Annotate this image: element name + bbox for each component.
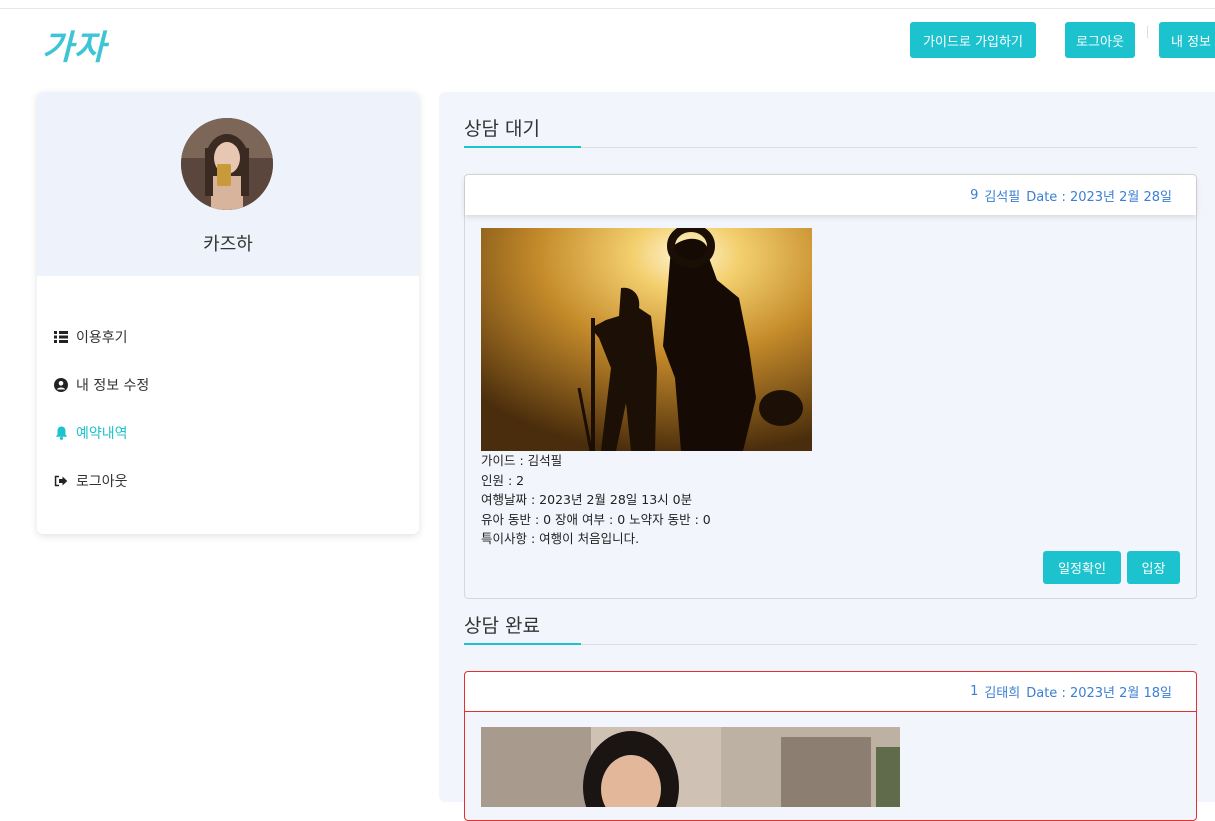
card-header: 1 김태희 Date : 2023년 2월 18일	[465, 672, 1196, 712]
section-accent	[464, 643, 581, 645]
enter-button[interactable]: 입장	[1127, 551, 1180, 584]
check-schedule-button[interactable]: 일정확인	[1043, 551, 1121, 584]
section-accent	[464, 146, 581, 148]
sidebar-item-logout[interactable]: 로그아웃	[37, 457, 419, 505]
sidebar-item-label: 로그아웃	[76, 474, 128, 490]
sidebar: 카즈하 이용후기 내 정보 수정 예약내역 로그아웃	[37, 92, 419, 534]
logout-button[interactable]: 로그아웃	[1065, 22, 1135, 58]
info-notes: 특이사항 : 여행이 처음입니다.	[481, 531, 640, 547]
card-number: 9	[970, 187, 979, 203]
card-guide-name: 김석필	[984, 189, 1021, 205]
list-icon	[53, 329, 69, 345]
sidebar-menu: 이용후기 내 정보 수정 예약내역 로그아웃	[37, 276, 419, 505]
sign-out-icon	[53, 473, 69, 489]
sidebar-item-reservations[interactable]: 예약내역	[37, 409, 419, 457]
bell-icon	[53, 425, 69, 441]
avatar	[181, 118, 273, 210]
header-separator	[1147, 26, 1148, 38]
main-panel: 상담 대기 9 김석필 Date : 2023년 2월 28일 가이드: 김석…	[439, 92, 1215, 821]
card-date: Date : 2023년 2월 28일	[1026, 189, 1172, 205]
section-title-done: 상담 완료	[464, 615, 540, 637]
my-info-button[interactable]: 내 정보	[1159, 22, 1215, 58]
guide-photo	[481, 228, 812, 451]
sidebar-item-reviews[interactable]: 이용후기	[37, 313, 419, 361]
site-logo[interactable]: 가자	[42, 20, 107, 69]
info-guide: 가이드 : 김석필	[481, 453, 563, 468]
section-title-waiting: 상담 대기	[464, 118, 540, 140]
card-number: 1	[970, 684, 979, 699]
card-guide-name: 김태희	[984, 686, 1021, 701]
consult-card-waiting: 9 김석필 Date : 2023년 2월 28일 가이드: 김석필 인원:…	[464, 174, 1197, 599]
sidebar-item-edit-profile[interactable]: 내 정보 수정	[37, 361, 419, 409]
reservation-info: 가이드 : 김석필 인원 : 2 여행날짜 : 2023년 2월 28일 13시…	[481, 451, 711, 549]
sidebar-item-label: 내 정보 수정	[76, 378, 150, 394]
consult-card-done: 1 김태희 Date : 2023년 2월 18일	[464, 671, 1197, 821]
guide-signup-button[interactable]: 가이드로 가입하기	[910, 22, 1036, 58]
card-date: Date : 2023년 2월 18일	[1026, 686, 1172, 701]
info-travel-date: 여행날짜 : 2023년 2월 28일 13시 0분	[481, 492, 693, 508]
guide-photo	[481, 727, 900, 807]
profile-panel: 카즈하	[37, 92, 419, 276]
user-circle-icon	[53, 377, 69, 393]
info-companions: 유아 동반 : 0 장애 여부 : 0 노약자 동반 : 0	[481, 511, 711, 527]
sidebar-item-label: 이용후기	[76, 330, 128, 346]
top-divider	[0, 8, 1215, 9]
card-header: 9 김석필 Date : 2023년 2월 28일	[465, 175, 1196, 215]
info-headcount: 인원 : 2	[481, 472, 525, 488]
sidebar-item-label: 예약내역	[76, 426, 128, 442]
profile-name: 카즈하	[203, 234, 253, 255]
